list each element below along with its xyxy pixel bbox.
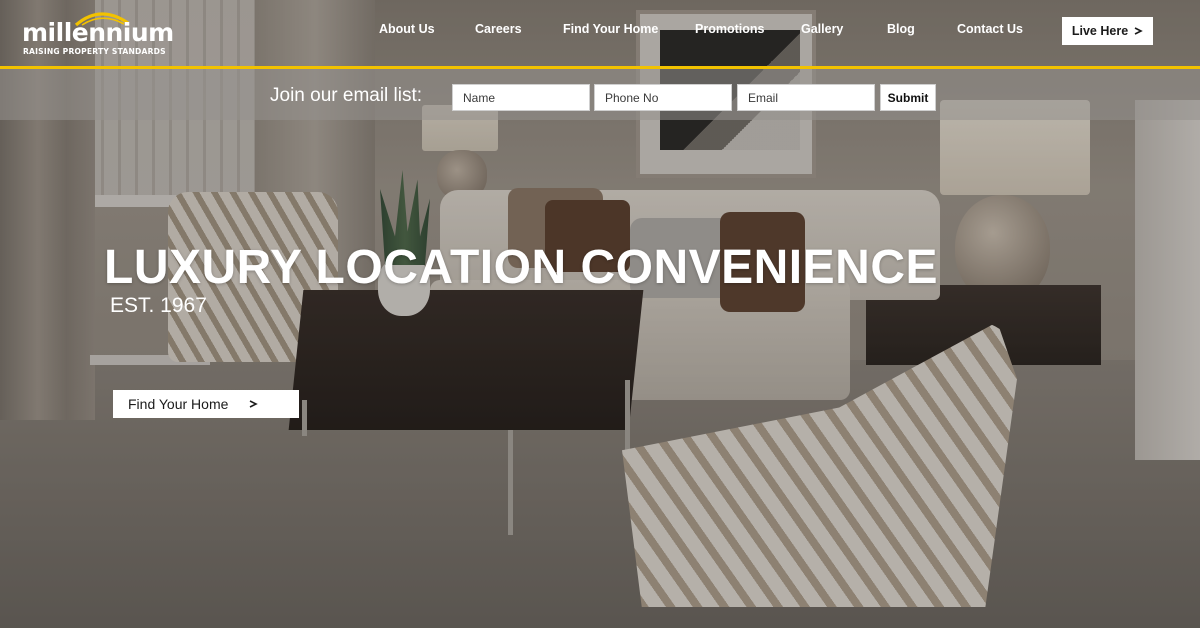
brand-name: millennium <box>22 18 174 47</box>
submit-button[interactable]: Submit <box>880 84 936 111</box>
name-input[interactable] <box>452 84 590 111</box>
nav-item-gallery[interactable]: Gallery <box>801 22 843 36</box>
find-your-home-label: Find Your Home <box>128 396 229 412</box>
chevron-right-icon <box>1134 27 1143 35</box>
live-here-button[interactable]: Live Here <box>1062 17 1153 45</box>
hero-title: LUXURY LOCATION CONVENIENCE <box>104 241 938 294</box>
email-signup-label: Join our email list: <box>270 85 423 106</box>
nav-item-contact-us[interactable]: Contact Us <box>957 22 1023 36</box>
email-input[interactable] <box>737 84 875 111</box>
nav-item-about-us[interactable]: About Us <box>379 22 435 36</box>
nav-item-blog[interactable]: Blog <box>887 22 915 36</box>
site-header: millennium RAISING PROPERTY STANDARDS Ab… <box>0 0 1200 66</box>
brand-logo[interactable]: millennium RAISING PROPERTY STANDARDS <box>22 6 182 58</box>
chevron-right-icon <box>250 400 259 408</box>
find-your-home-button[interactable]: Find Your Home <box>113 390 299 418</box>
live-here-label: Live Here <box>1071 24 1129 38</box>
nav-item-promotions[interactable]: Promotions <box>695 22 764 36</box>
nav-item-find-your-home[interactable]: Find Your Home <box>563 22 658 36</box>
established-year: EST. 1967 <box>110 294 207 317</box>
email-signup-bar: Join our email list: Submit <box>0 69 1200 120</box>
brand-tagline: RAISING PROPERTY STANDARDS <box>23 47 166 56</box>
phone-input[interactable] <box>594 84 732 111</box>
nav-item-careers[interactable]: Careers <box>475 22 522 36</box>
